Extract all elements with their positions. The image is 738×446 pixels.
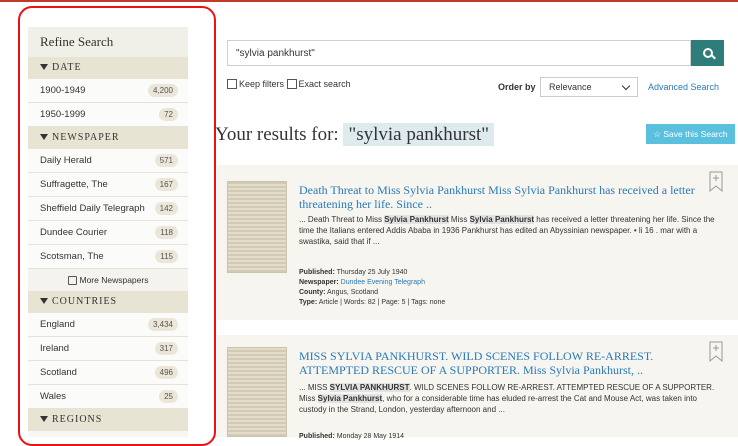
- facet-item-england[interactable]: England 3,434: [28, 313, 188, 337]
- caret-down-icon: [40, 297, 48, 304]
- count-badge: 118: [155, 226, 178, 239]
- bookmark-add-icon[interactable]: [709, 341, 723, 362]
- count-badge: 571: [154, 154, 178, 167]
- count-badge: 496: [154, 366, 178, 379]
- snippet-highlight: Sylvia Pankhurst: [317, 394, 383, 403]
- refine-search-sidebar: Refine Search DATE 1900-1949 4,200 1950-1…: [28, 27, 188, 437]
- result-meta: Published: Thursday 25 July 1940 Newspap…: [299, 269, 446, 306]
- search-button[interactable]: [691, 40, 724, 66]
- bookmark-add-icon[interactable]: [709, 171, 723, 192]
- facet-label: 1900-1949: [40, 85, 86, 96]
- snippet-text: Miss: [448, 215, 470, 224]
- newspaper-link[interactable]: Dundee Evening Telegraph: [341, 279, 425, 286]
- facet-item-sheffield-daily-telegraph[interactable]: Sheffield Daily Telegraph 142: [28, 197, 188, 221]
- facet-label: Suffragette, The: [40, 179, 108, 190]
- result-title-link[interactable]: Death Threat to Miss Sylvia Pankhurst Mi…: [299, 183, 709, 211]
- result-card: Death Threat to Miss Sylvia Pankhurst Mi…: [217, 165, 738, 320]
- count-badge: 72: [159, 108, 178, 121]
- exact-search-label[interactable]: Exact search: [299, 79, 351, 89]
- save-search-button[interactable]: ☆ Save this Search: [646, 124, 735, 144]
- snippet-highlight: SYLVIA PANKHURST: [329, 383, 410, 392]
- result-title-link[interactable]: MISS SYLVIA PANKHURST. WILD SCENES FOLLO…: [299, 349, 709, 377]
- facet-item-1950-1999[interactable]: 1950-1999 72: [28, 103, 188, 127]
- facet-label: Dundee Courier: [40, 227, 108, 238]
- snippet-highlight: Sylvia Pankhurst: [384, 215, 449, 224]
- results-heading: Your results for: "sylvia pankhurst": [215, 123, 495, 146]
- more-newspapers-label: More Newspapers: [79, 275, 149, 285]
- results-heading-label: Your results for:: [215, 124, 339, 145]
- facet-heading-date[interactable]: DATE: [28, 57, 188, 79]
- keep-filters-checkbox[interactable]: [227, 78, 237, 89]
- facet-label: Ireland: [40, 343, 70, 354]
- save-search-label: Save this Search: [663, 129, 728, 139]
- facet-item-daily-herald[interactable]: Daily Herald 571: [28, 149, 188, 173]
- facet-label: Wales: [40, 391, 67, 402]
- exact-search-checkbox[interactable]: [286, 78, 297, 89]
- count-badge: 25: [159, 390, 178, 403]
- county-label: County:: [299, 289, 326, 296]
- results-query: "sylvia pankhurst": [343, 123, 495, 146]
- caret-down-icon: [40, 415, 48, 422]
- order-by-label: Order by: [498, 82, 536, 92]
- facet-item-wales[interactable]: Wales 25: [28, 385, 188, 409]
- advanced-search-link[interactable]: Advanced Search: [648, 82, 719, 92]
- count-badge: 3,434: [147, 318, 178, 331]
- published-value: Thursday 25 July 1940: [336, 269, 408, 276]
- count-badge: 115: [155, 250, 178, 263]
- count-badge: 4,200: [147, 84, 178, 97]
- facet-heading-label: COUNTRIES: [52, 296, 118, 307]
- snippet-text: ... Death Threat to Miss: [299, 215, 385, 224]
- result-meta: Published: Monday 28 May 1914: [299, 432, 404, 442]
- facet-item-scotsman[interactable]: Scotsman, The 115: [28, 245, 188, 269]
- count-badge: 167: [154, 178, 178, 191]
- facet-label: Scotland: [40, 367, 77, 378]
- facet-item-1900-1949[interactable]: 1900-1949 4,200: [28, 79, 188, 103]
- facet-label: Scotsman, The: [40, 251, 104, 262]
- order-by-value: Relevance: [549, 82, 592, 92]
- facet-heading-label: NEWSPAPER: [52, 132, 120, 143]
- facet-heading-regions[interactable]: REGIONS: [28, 409, 188, 431]
- newspaper-thumbnail[interactable]: [227, 347, 287, 437]
- facet-label: England: [40, 319, 75, 330]
- count-badge: 317: [154, 342, 178, 355]
- facet-heading-label: REGIONS: [52, 414, 103, 425]
- facet-heading-countries[interactable]: COUNTRIES: [28, 291, 188, 313]
- facet-item-dundee-courier[interactable]: Dundee Courier 118: [28, 221, 188, 245]
- keep-filters-label[interactable]: Keep filters: [239, 79, 284, 89]
- top-accent-line: [0, 0, 738, 2]
- refine-search-title: Refine Search: [28, 27, 188, 57]
- chevron-down-icon: [621, 81, 631, 91]
- facet-label: Sheffield Daily Telegraph: [40, 203, 145, 214]
- result-snippet: ... Death Threat to Miss Sylvia Pankhurs…: [299, 214, 719, 247]
- facet-label: Daily Herald: [40, 155, 92, 166]
- newspaper-thumbnail[interactable]: [227, 181, 287, 273]
- count-badge: 142: [154, 202, 178, 215]
- facet-label: 1950-1999: [40, 109, 86, 120]
- caret-down-icon: [40, 133, 48, 140]
- snippet-text: ... MISS: [299, 383, 330, 392]
- facet-item-suffragette[interactable]: Suffragette, The 167: [28, 173, 188, 197]
- published-label: Published:: [299, 269, 335, 276]
- more-newspapers-button[interactable]: More Newspapers: [28, 269, 188, 291]
- county-value: Angus, Scotland: [327, 289, 378, 296]
- type-value: Article | Words: 82 | Page: 5 | Tags: no…: [318, 299, 446, 306]
- newspaper-label: Newspaper:: [299, 279, 339, 286]
- facet-heading-label: DATE: [52, 62, 82, 73]
- result-snippet: ... MISS SYLVIA PANKHURST. WILD SCENES F…: [299, 382, 719, 415]
- search-icon-handle: [711, 54, 716, 60]
- search-options: Keep filters Exact search: [227, 78, 351, 90]
- order-by-select[interactable]: Relevance: [540, 77, 638, 97]
- star-icon: ☆: [653, 129, 661, 139]
- facet-item-ireland[interactable]: Ireland 317: [28, 337, 188, 361]
- search-input[interactable]: [227, 40, 691, 66]
- expand-box-icon: [67, 276, 77, 286]
- facet-heading-newspaper[interactable]: NEWSPAPER: [28, 127, 188, 149]
- facet-item-scotland[interactable]: Scotland 496: [28, 361, 188, 385]
- caret-down-icon: [40, 63, 48, 70]
- snippet-highlight: Sylvia Pankhurst: [469, 215, 535, 224]
- result-card: MISS SYLVIA PANKHURST. WILD SCENES FOLLO…: [217, 335, 738, 440]
